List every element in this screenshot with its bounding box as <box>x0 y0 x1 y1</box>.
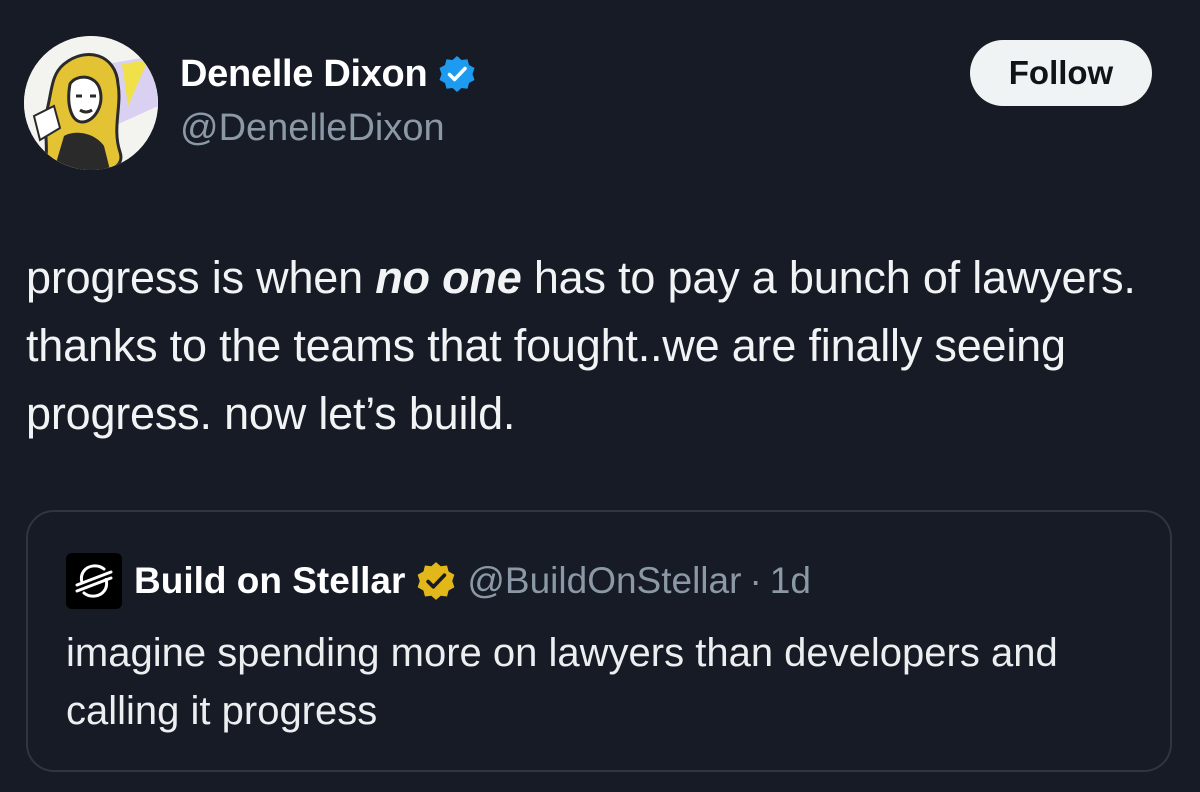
quoted-timestamp[interactable]: 1d <box>770 560 811 602</box>
verified-badge-icon <box>437 54 477 94</box>
quoted-separator: · <box>749 560 762 601</box>
follow-button[interactable]: Follow <box>970 40 1152 106</box>
quoted-display-name[interactable]: Build on Stellar <box>134 560 405 602</box>
stellar-logo-icon[interactable] <box>66 553 122 609</box>
quoted-tweet-card[interactable]: Build on Stellar @BuildOnStellar · 1d im… <box>26 510 1172 772</box>
author-name-row: Denelle Dixon <box>180 50 477 98</box>
gold-verified-badge-icon <box>415 560 457 602</box>
quoted-tweet-header: Build on Stellar @BuildOnStellar · 1d <box>66 553 811 609</box>
quoted-tweet-text: imagine spending more on lawyers than de… <box>66 631 1058 733</box>
tweet-text-emphasis: no one <box>375 252 522 303</box>
avatar-portrait-icon <box>24 36 158 170</box>
quoted-handle[interactable]: @BuildOnStellar <box>467 560 741 602</box>
author-avatar[interactable] <box>24 36 158 170</box>
tweet-text: progress is when no one has to pay a bun… <box>26 244 1176 448</box>
tweet-text-before: progress is when <box>26 252 376 303</box>
author-display-name[interactable]: Denelle Dixon <box>180 53 428 96</box>
author-handle[interactable]: @DenelleDixon <box>180 107 445 150</box>
